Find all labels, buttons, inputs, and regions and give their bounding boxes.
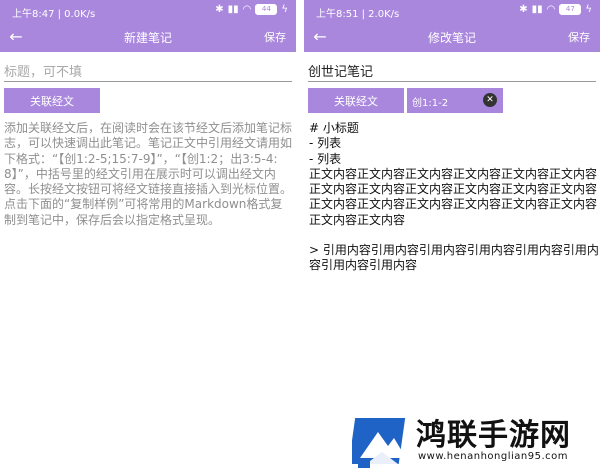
status-bar: 上午8:51 | 2.0K/s ✱ ▮▮ ◠ 47 ϟ [304, 0, 600, 22]
bluetooth-icon: ✱ [519, 4, 528, 15]
battery-icon: 47 [559, 4, 582, 15]
wifi-icon: ◠ [546, 4, 556, 15]
watermark-logo-icon [352, 418, 406, 468]
scripture-reference-chip[interactable]: 创1:1-2 ✕ [407, 88, 503, 113]
screen-divider [296, 0, 304, 476]
list-item: - 列表 [309, 136, 342, 151]
status-icons: ✱ ▮▮ ◠ 44 ϟ [215, 4, 288, 15]
status-icons: ✱ ▮▮ ◠ 47 ϟ [519, 4, 592, 15]
watermark-url: www.henanhonglian95.com [418, 451, 569, 462]
list-item: - 列表 [309, 151, 342, 166]
bluetooth-icon: ✱ [215, 4, 224, 15]
save-button[interactable]: 保存 [264, 29, 286, 45]
note-body-hint[interactable]: 添加关联经文后，在阅读时会在该节经文后添加笔记标志，可以快速调出此笔记。笔记正文… [4, 121, 294, 228]
markdown-heading: # 小标题 [309, 121, 359, 135]
charging-icon: ϟ [585, 4, 592, 15]
signal-icon: ▮▮ [227, 4, 239, 15]
quote-paragraph: > 引用内容引用内容引用内容引用内容引用内容引用内容引用内容引用内容 [309, 243, 599, 273]
watermark-brand: 鸿联手游网 [416, 418, 571, 453]
edit-note-screen: 上午8:51 | 2.0K/s ✱ ▮▮ ◠ 47 ϟ ← 修改笔记 保存 创世… [304, 0, 600, 476]
note-title-input[interactable]: 创世记笔记 [308, 58, 596, 82]
charging-icon: ϟ [281, 4, 288, 15]
status-time: 上午8:47 | 0.0K/s [12, 9, 96, 20]
new-note-screen: 上午8:47 | 0.0K/s ✱ ▮▮ ◠ 44 ϟ ← 新建笔记 保存 标题… [0, 0, 296, 476]
status-time: 上午8:51 | 2.0K/s [316, 9, 400, 20]
app-bar: ← 新建笔记 保存 [0, 22, 296, 52]
clear-icon[interactable]: ✕ [483, 93, 497, 107]
reference-label: 创1:1-2 [412, 98, 449, 109]
page-title: 修改笔记 [427, 31, 476, 45]
page-title: 新建笔记 [123, 31, 172, 45]
link-scripture-button[interactable]: 关联经文 [308, 88, 404, 113]
battery-icon: 44 [255, 4, 278, 15]
link-scripture-button[interactable]: 关联经文 [4, 88, 100, 113]
note-title-input[interactable]: 标题，可不填 [4, 58, 292, 82]
wifi-icon: ◠ [242, 4, 252, 15]
body-paragraph: 正文内容正文内容正文内容正文内容正文内容正文内容正文内容正文内容正文内容正文内容… [309, 166, 598, 227]
signal-icon: ▮▮ [531, 4, 543, 15]
note-body-input[interactable]: # 小标题 - 列表 - 列表 正文内容正文内容正文内容正文内容正文内容正文内容… [309, 121, 599, 274]
save-button[interactable]: 保存 [568, 29, 590, 45]
app-bar: ← 修改笔记 保存 [304, 22, 600, 52]
status-bar: 上午8:47 | 0.0K/s ✱ ▮▮ ◠ 44 ϟ [0, 0, 296, 22]
